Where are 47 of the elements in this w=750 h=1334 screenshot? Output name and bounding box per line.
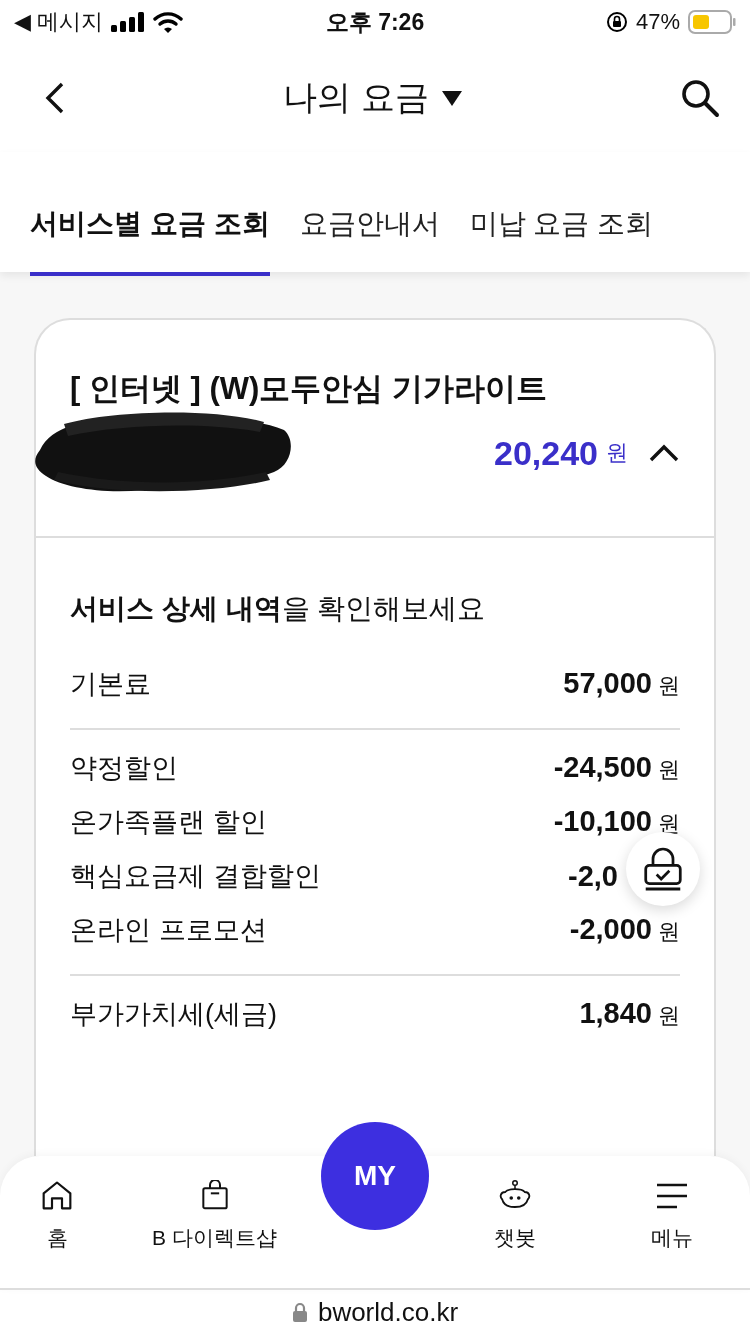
chevron-icon xyxy=(648,443,680,463)
total-amount: 20,240 xyxy=(494,433,598,473)
search-icon xyxy=(680,78,720,118)
nav-item[interactable]: 홈 xyxy=(38,1156,77,1252)
charge-label: 약정할인 xyxy=(70,752,178,785)
collapse-button[interactable] xyxy=(648,443,680,463)
charge-label: 핵심요금제 결합할인 xyxy=(70,860,321,893)
nav-item[interactable]: 챗봇 xyxy=(491,1156,538,1252)
page-title-dropdown[interactable]: 나의 요금 xyxy=(283,75,463,121)
back-to-app-link[interactable]: ◀ 메시지 xyxy=(14,7,104,37)
lock-icon xyxy=(643,847,683,891)
charge-amount: 1,840 xyxy=(579,997,652,1030)
signal-icon xyxy=(111,12,146,32)
search-button[interactable] xyxy=(680,78,720,118)
charge-label: 온라인 프로모션 xyxy=(70,914,267,947)
back-button[interactable] xyxy=(44,81,66,115)
charge-amount: -2,000 xyxy=(569,913,652,946)
currency-unit: 원 xyxy=(658,1002,680,1030)
nav-item[interactable]: B 다이렉트샵 xyxy=(152,1156,277,1252)
currency-unit: 원 xyxy=(658,672,680,700)
lock-icon xyxy=(291,1302,308,1322)
url-text: bworld.co.kr xyxy=(317,1296,459,1328)
currency-unit: 원 xyxy=(606,439,628,467)
back-icon xyxy=(44,81,66,115)
charge-label: 부가가치세(세금) xyxy=(70,998,277,1031)
caret-icon xyxy=(440,89,463,107)
my-button[interactable]: MY xyxy=(321,1122,429,1230)
wifi-icon xyxy=(153,11,184,33)
charge-amount: -10,100 xyxy=(553,805,652,838)
rotation-lock-icon xyxy=(605,11,628,33)
plan-title: [ 인터넷 ] (W)모두안심 기가라이트 xyxy=(70,370,548,408)
status-time: 오후 7:26 xyxy=(325,7,425,37)
charge-amount: -24,500 xyxy=(553,751,652,784)
detail-heading: 서비스 상세 내역을 확인해보세요 xyxy=(70,592,487,626)
tab[interactable]: 요금안내서 xyxy=(299,152,440,276)
menu-icon xyxy=(655,1182,690,1210)
tab[interactable]: 미납 요금 조회 xyxy=(469,152,654,276)
battery-percent: 47% xyxy=(635,9,680,35)
charge-amount: 57,000 xyxy=(563,667,652,700)
charge-label: 기본료 xyxy=(70,668,151,701)
tab[interactable]: 서비스별 요금 조회 xyxy=(30,152,270,276)
currency-unit: 원 xyxy=(658,918,680,946)
battery-icon xyxy=(688,10,736,34)
charge-amount: -2,0 xyxy=(568,859,618,893)
charge-label: 온가족플랜 할인 xyxy=(70,806,267,839)
nav-item[interactable]: 메뉴 xyxy=(651,1156,694,1252)
currency-unit: 원 xyxy=(658,756,680,784)
